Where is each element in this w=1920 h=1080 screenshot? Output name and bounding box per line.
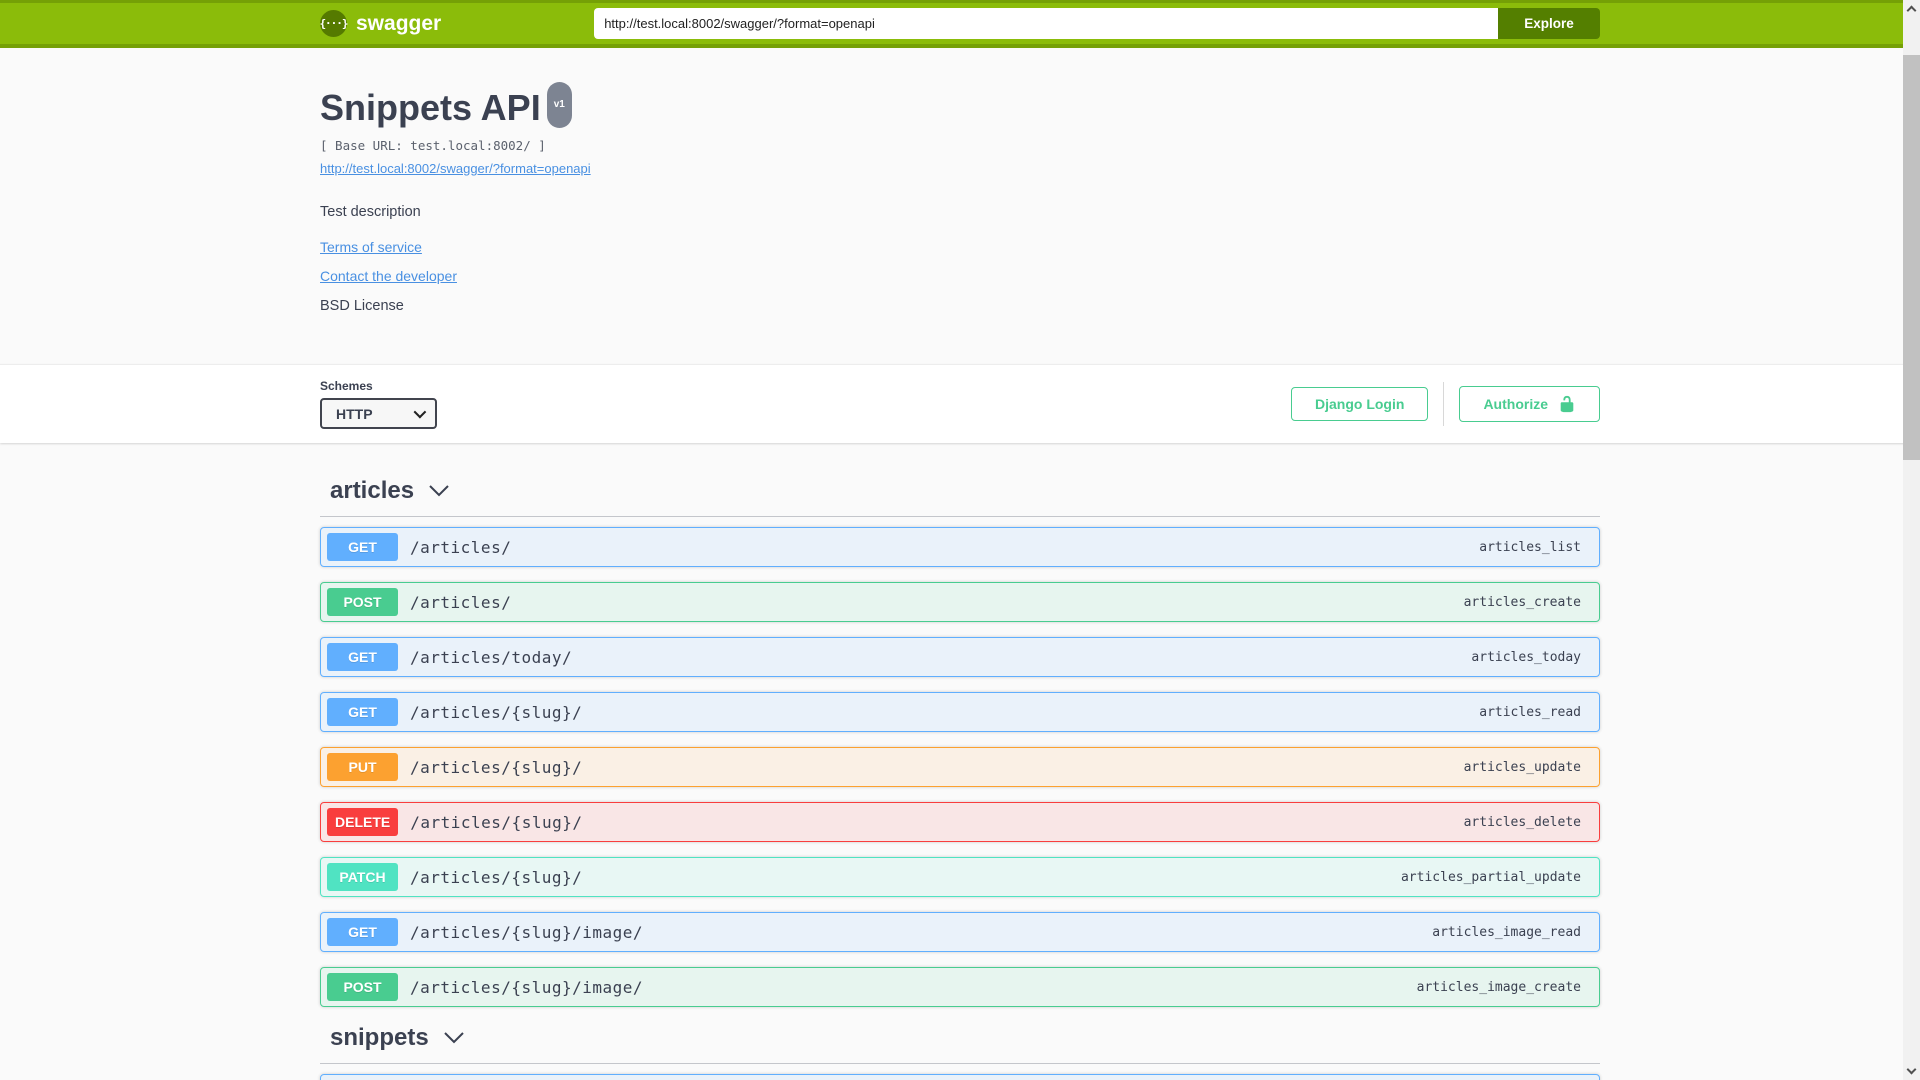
operation-path: /articles/ (410, 592, 512, 612)
schemes-label: Schemes (320, 379, 373, 393)
operation-row[interactable]: GET/articles/today/articles_today (320, 637, 1600, 677)
swagger-brand-link[interactable]: {···} swagger (319, 10, 442, 37)
scheme-select[interactable]: HTTP (320, 398, 437, 429)
method-badge: GET (327, 643, 398, 671)
brand-name: swagger (356, 11, 442, 35)
method-badge: GET (327, 698, 398, 726)
operation-row[interactable]: POST/articles/articles_create (320, 582, 1600, 622)
operation-id: articles_list (1479, 539, 1581, 555)
section-title: snippets (330, 1024, 429, 1051)
operation-id: articles_read (1479, 704, 1581, 720)
operation-id: articles_today (1471, 649, 1581, 665)
spec-url-input[interactable] (594, 8, 1498, 39)
operation-row[interactable]: GET/articles/{slug}/ articles_read (320, 692, 1600, 732)
chevron-down-icon (429, 485, 449, 497)
scrollbar-up-button[interactable] (1903, 0, 1920, 17)
operations-root: articles GET/articles/articles_list POST/a… (300, 443, 1620, 1080)
section-header-snippets[interactable]: snippets (320, 1023, 1600, 1053)
license-label: BSD License (320, 298, 404, 314)
chevron-down-icon (413, 405, 427, 419)
method-badge: PATCH (327, 863, 398, 891)
api-section-snippets: snippets GET/snippets/snippets_list (320, 1023, 1600, 1080)
chevron-up-icon (1906, 5, 1917, 16)
operation-row[interactable]: GET/snippets/snippets_list (320, 1074, 1600, 1080)
terms-of-service-link[interactable]: Terms of service (320, 239, 1600, 255)
api-section-articles: articles GET/articles/articles_list POST/a… (320, 476, 1600, 1007)
spec-link[interactable]: http://test.local:8002/swagger/?format=o… (320, 161, 591, 176)
version-badge: v1 (546, 82, 572, 128)
operation-path: /articles/{slug}/ (410, 757, 583, 777)
method-badge: DELETE (327, 808, 399, 836)
operation-path: /articles/{slug}/image/ (410, 977, 644, 997)
django-login-button[interactable]: Django Login (1291, 387, 1429, 421)
operation-row[interactable]: PATCH/articles/{slug}/ articles_partial_u… (320, 857, 1600, 897)
api-description: Test description (320, 204, 421, 220)
operation-path: /articles/ (410, 537, 512, 557)
operation-id: articles_image_create (1416, 979, 1581, 995)
contact-developer-link[interactable]: Contact the developer (320, 268, 1600, 284)
scheme-selected-value: HTTP (336, 405, 373, 422)
topbar: {···} swagger Explore (0, 0, 1920, 48)
operation-row[interactable]: GET/articles/{slug}/image/articles_image… (320, 912, 1600, 952)
operation-row[interactable]: POST/articles/{slug}/image/articles_imag… (320, 967, 1600, 1007)
operation-row[interactable]: DELETE/articles/{slug}/ articles_delete (320, 802, 1600, 842)
swagger-logo-icon: {···} (319, 10, 349, 37)
operation-path: /articles/today/ (410, 647, 573, 667)
method-badge: GET (327, 533, 398, 561)
operation-id: articles_delete (1463, 814, 1581, 830)
page-title: Snippets API v1 (320, 82, 1600, 134)
method-badge: GET (327, 918, 398, 946)
section-header-articles[interactable]: articles (320, 476, 1600, 506)
method-badge: PUT (327, 753, 398, 781)
method-badge: POST (327, 973, 398, 1001)
operation-id: articles_create (1463, 594, 1581, 610)
operation-row[interactable]: PUT/articles/{slug}/ articles_update (320, 747, 1600, 787)
scrollbar-down-button[interactable] (1903, 1063, 1920, 1080)
scheme-section: Schemes HTTP Django Login Authorize (0, 364, 1920, 443)
spec-url-form: Explore (594, 8, 1600, 39)
base-url: [ Base URL: test.local:8002/ ] (320, 138, 546, 153)
operation-id: articles_image_read (1432, 924, 1581, 940)
unlocked-padlock-icon (1560, 395, 1574, 413)
vertical-scrollbar[interactable] (1903, 0, 1920, 1080)
chevron-down-icon (1906, 1064, 1917, 1075)
operation-path: /articles/{slug}/ (410, 702, 583, 722)
chevron-down-icon (443, 1032, 464, 1044)
operation-id: articles_partial_update (1400, 869, 1581, 885)
section-title: articles (330, 477, 415, 504)
method-badge: POST (327, 588, 398, 616)
section-divider (320, 1063, 1600, 1064)
authorize-button[interactable]: Authorize (1459, 386, 1600, 422)
section-divider (320, 516, 1600, 517)
operation-path: /articles/{slug}/ (410, 812, 583, 832)
operation-path: /articles/{slug}/image/ (410, 922, 644, 942)
divider (1443, 382, 1445, 426)
operation-row[interactable]: GET/articles/articles_list (320, 527, 1600, 567)
operation-path: /articles/{slug}/ (410, 867, 583, 887)
api-info-section: Snippets API v1 [ Base URL: test.local:80… (0, 48, 1920, 364)
scrollbar-thumb[interactable] (1903, 55, 1920, 460)
operation-id: articles_update (1463, 759, 1581, 775)
explore-button[interactable]: Explore (1498, 8, 1600, 39)
